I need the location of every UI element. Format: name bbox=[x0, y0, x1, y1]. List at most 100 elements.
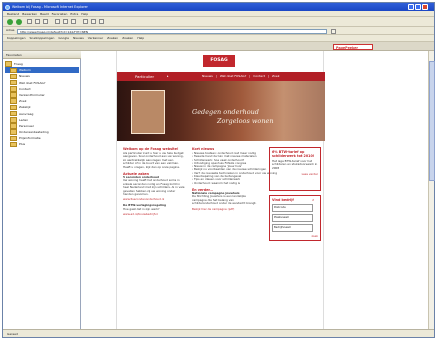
home-icon[interactable] bbox=[43, 19, 48, 24]
mail-icon[interactable] bbox=[83, 19, 88, 24]
folder-icon bbox=[10, 129, 17, 135]
window-image bbox=[131, 90, 165, 134]
folder-icon bbox=[10, 104, 17, 111]
folder-icon bbox=[10, 92, 17, 98]
search-icon-small: ☌ bbox=[312, 198, 315, 202]
nav-item[interactable]: Contact bbox=[253, 74, 265, 78]
favorites-icon[interactable] bbox=[63, 19, 68, 24]
btw-box: 6% BTW-tarief op schilderwerk tot 2010! … bbox=[269, 147, 321, 191]
links-item[interactable]: Zoeken bbox=[122, 36, 133, 40]
fosag-logo[interactable]: FOSAG bbox=[203, 55, 235, 67]
address-input[interactable]: http://www.fosag.nl/default?id=12&TYP=NE… bbox=[17, 28, 327, 34]
btw-box-title: 6% BTW-tarief op schilderwerk tot 2010! bbox=[272, 150, 315, 158]
window-title: Welkom bij Fosag - Microsoft Internet Ex… bbox=[12, 5, 88, 9]
campaign-link[interactable]: Bekijk hier de campagne (pdf) bbox=[192, 207, 260, 211]
vertical-scrollbar[interactable] bbox=[428, 51, 435, 329]
address-label: Adres bbox=[6, 28, 15, 32]
nav-links: Nieuws | Wat doet FOSAG? | Contact | Zoek bbox=[202, 72, 282, 81]
nav-item[interactable]: Nieuws bbox=[202, 74, 213, 78]
stop-icon[interactable] bbox=[27, 19, 32, 24]
campaign-text: De Stichting Jouwhuis is een landelijke … bbox=[192, 194, 257, 206]
links-item[interactable]: Google bbox=[58, 36, 69, 40]
status-text: Gereed bbox=[7, 332, 18, 336]
nav-arrow-icon: ▸ bbox=[167, 74, 169, 78]
column-news: Kort nieuws › Nieuwe toetsen: onderhoud … bbox=[192, 147, 277, 211]
folder-icon bbox=[10, 73, 17, 80]
print-icon[interactable] bbox=[91, 19, 96, 24]
minimize-button[interactable] bbox=[408, 4, 414, 10]
links-item[interactable]: Nieuws bbox=[73, 36, 84, 40]
favorite-label: Plus bbox=[19, 142, 26, 147]
nav-item[interactable]: Zoek bbox=[272, 74, 279, 78]
links-bar: Koppelingen Snelkoppelingen Google Nieuws Ve… bbox=[3, 35, 434, 42]
links-item[interactable]: Verkenner bbox=[88, 36, 103, 40]
onderhoud-link[interactable]: www.5secondenonderhoud.nl bbox=[123, 197, 185, 201]
address-bar: Adres http://www.fosag.nl/default?id=12&… bbox=[3, 27, 434, 35]
links-item[interactable]: Help bbox=[137, 36, 144, 40]
folder-icon bbox=[10, 141, 17, 148]
nav-separator: | bbox=[249, 74, 251, 78]
edit-icon[interactable] bbox=[99, 19, 104, 24]
maximize-button[interactable] bbox=[415, 4, 421, 10]
nav-separator: | bbox=[215, 74, 217, 78]
forward-icon[interactable] bbox=[16, 19, 22, 25]
nav-item[interactable]: Wat doet FOSAG? bbox=[220, 74, 246, 78]
toolbar bbox=[3, 17, 434, 27]
folder-icon bbox=[5, 61, 12, 67]
folder-icon bbox=[10, 67, 17, 74]
refresh-icon[interactable] bbox=[35, 19, 40, 24]
pagepeeker-button[interactable]: PagePeeker bbox=[333, 43, 373, 50]
folder-icon bbox=[10, 135, 17, 142]
ie-icon bbox=[5, 4, 10, 10]
hero-line-2: Zorgeloos wonen bbox=[217, 117, 274, 125]
folder-icon bbox=[10, 86, 17, 92]
menu-item[interactable]: Favorieten bbox=[52, 12, 68, 16]
links-item[interactable]: Zoeken bbox=[107, 36, 118, 40]
back-icon[interactable] bbox=[7, 19, 13, 25]
history-icon[interactable] bbox=[71, 19, 76, 24]
favorite-item[interactable]: Plus bbox=[5, 141, 79, 148]
welcome-text: Als particulier kunt u hier u uw hele bu… bbox=[123, 151, 184, 169]
page-content: FOSAG Particulier ▸ Nieuws | Wat doet FOSA… bbox=[81, 51, 434, 329]
search-field[interactable]: Postcode bbox=[272, 204, 313, 212]
status-bar: Gereed bbox=[3, 329, 434, 337]
go-icon[interactable] bbox=[331, 28, 336, 34]
menu-item[interactable]: Beeld bbox=[40, 12, 49, 16]
menu-item[interactable]: Bestand bbox=[7, 12, 19, 16]
favorites-list: Fosag Welkom Nieuws Wat doet FOSAG? Contact V… bbox=[5, 61, 79, 148]
scrollbar-thumb[interactable] bbox=[429, 61, 435, 181]
site-nav: Particulier ▸ Nieuws | Wat doet FOSAG? | Con… bbox=[117, 72, 325, 81]
search-field[interactable]: Bedrijfsnaam bbox=[272, 224, 313, 232]
menu-item[interactable]: Extra bbox=[70, 12, 78, 16]
btw-link[interactable]: www.ad.nl/bouwbedrijf.nl bbox=[123, 212, 185, 216]
links-item[interactable]: Koppelingen bbox=[7, 36, 26, 40]
search-submit-button[interactable]: zoek bbox=[272, 234, 318, 238]
close-button[interactable] bbox=[422, 4, 428, 10]
nav-particulier[interactable]: Particulier bbox=[135, 72, 154, 81]
column-welcome: Welkom op de Fosag website! Als particul… bbox=[123, 147, 185, 216]
links-item[interactable]: Snelkoppelingen bbox=[30, 36, 55, 40]
btw-box-link[interactable]: Lees verder bbox=[272, 172, 318, 176]
search-icon[interactable] bbox=[55, 19, 60, 24]
menu-item[interactable]: Bewerken bbox=[22, 12, 37, 16]
nav-separator: | bbox=[267, 74, 269, 78]
actual-text: Uw woning heeft het onderhoud soms in en… bbox=[123, 178, 185, 197]
favorites-pane: Favorieten Fosag Welkom Nieuws Wat doet FOS… bbox=[3, 51, 81, 329]
folder-icon bbox=[10, 110, 17, 117]
folder-icon bbox=[10, 79, 17, 86]
folder-icon bbox=[10, 98, 17, 104]
menu-item[interactable]: Help bbox=[81, 12, 88, 16]
news-item[interactable]: › Onderhoud: waarom het nodig is bbox=[192, 181, 260, 185]
favorites-header: Favorieten bbox=[3, 51, 81, 59]
search-box: Vind bedrijf ☌ Postcode Plaatsnaam Bedrijf… bbox=[269, 195, 321, 241]
btw-subtitle: Hoe gaat dat in zijn werk? bbox=[123, 206, 160, 211]
title-bar: Welkom bij Fosag - Microsoft Internet Ex… bbox=[3, 3, 434, 11]
search-field[interactable]: Plaatsnaam bbox=[272, 214, 313, 222]
browser-window: Welkom bij Fosag - Microsoft Internet Ex… bbox=[2, 2, 435, 338]
hero-banner: Gedegen onderhoud Zorgeloos wonen bbox=[117, 81, 325, 141]
news-list: › Nieuwe toetsen: onderhoud niet meer no… bbox=[192, 151, 277, 185]
hero-line-1: Gedegen onderhoud bbox=[192, 108, 259, 116]
btw-box-text: Het lage BTW-tarief voor het schilderen … bbox=[272, 159, 318, 170]
fosag-site: FOSAG Particulier ▸ Nieuws | Wat doet FOSA… bbox=[116, 51, 325, 329]
folder-icon bbox=[10, 123, 17, 129]
